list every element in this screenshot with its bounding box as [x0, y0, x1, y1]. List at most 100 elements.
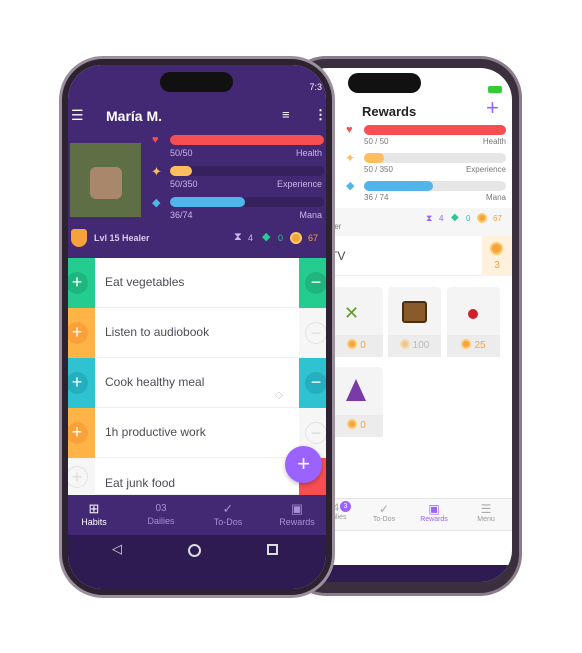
shop-item[interactable]: 25 — [447, 287, 500, 357]
habit-row[interactable]: + Cook healthy meal ◇ − — [68, 358, 326, 408]
tab-rewards[interactable]: ▣ Rewards — [272, 501, 322, 527]
experience-bar — [170, 166, 324, 176]
home-icon[interactable] — [188, 544, 201, 557]
check-circle-icon: ✓ — [378, 502, 390, 516]
gold-count: 67 — [308, 233, 319, 243]
recents-icon[interactable] — [267, 544, 278, 555]
plus-button[interactable]: + — [68, 422, 88, 444]
hourglass-count: 4 — [248, 233, 254, 243]
chest-icon: ▣ — [428, 502, 440, 516]
plus-button[interactable]: + — [68, 466, 88, 488]
calendar-icon: 03 — [155, 503, 167, 514]
reward-price: 3 — [494, 260, 500, 271]
menu-icon: ☰ — [480, 502, 492, 516]
gold-icon — [347, 419, 358, 429]
habit-row[interactable]: + Eat vegetables − — [68, 258, 326, 308]
android-screen: 7:3 ☰ María M. ≡ ⋮ ♥ 50/50 Health ✦ 50/3… — [68, 65, 326, 589]
gold-icon — [290, 232, 302, 244]
shop-item[interactable]: 0 — [330, 367, 383, 437]
gold-icon — [477, 213, 487, 223]
minus-button[interactable]: − — [305, 372, 326, 394]
mana-bar — [364, 181, 506, 191]
armor-icon: ✕ — [344, 303, 360, 323]
health-bar — [170, 135, 324, 145]
plus-button[interactable]: + — [68, 272, 88, 294]
item-price: 0 — [360, 340, 366, 351]
health-potion-icon — [468, 309, 478, 319]
mana-bar — [170, 197, 324, 207]
item-price: 25 — [474, 340, 486, 351]
tab-label: Habits — [81, 517, 107, 527]
shop-item[interactable]: 100 — [388, 287, 441, 357]
add-habit-fab[interactable]: + — [285, 446, 322, 483]
gem-icon: ◆ — [451, 212, 459, 223]
habit-title: 1h productive work — [105, 425, 206, 439]
mana-value: 36/74 — [170, 210, 193, 220]
habit-row[interactable]: + Listen to audiobook − — [68, 308, 326, 358]
experience-label: Experience — [276, 179, 322, 189]
heart-icon: ♥ — [346, 124, 353, 136]
star-icon: ✦ — [345, 151, 356, 165]
tab-todos[interactable]: ✓ To-Dos — [364, 502, 404, 523]
back-icon[interactable]: ◁ — [112, 541, 122, 557]
minus-button[interactable]: − — [305, 422, 326, 444]
gold-icon — [461, 339, 472, 349]
mana-icon: ◆ — [346, 180, 355, 192]
filter-icon[interactable]: ≡ — [282, 107, 290, 122]
tab-rewards[interactable]: ▣ Rewards — [414, 502, 454, 523]
habits-icon: ⊞ — [88, 501, 100, 516]
experience-value: 50/350 — [170, 179, 198, 189]
health-label: Health — [482, 137, 506, 146]
health-value: 50 / 50 — [364, 137, 389, 146]
health-value: 50/50 — [170, 148, 193, 158]
user-name: María M. — [106, 108, 163, 124]
dynamic-island — [348, 73, 421, 93]
page-title: Rewards — [362, 104, 417, 119]
habit-title: Eat junk food — [105, 476, 176, 490]
tab-todos[interactable]: ✓ To-Dos — [203, 501, 253, 527]
plus-button[interactable]: + — [68, 322, 88, 344]
tab-label: To-Dos — [213, 517, 243, 527]
healer-shield-icon — [71, 229, 87, 247]
experience-value: 50 / 350 — [364, 165, 393, 174]
heart-icon: ♥ — [152, 134, 159, 146]
experience-bar — [364, 153, 506, 163]
tab-habits[interactable]: ⊞ Habits — [69, 501, 119, 527]
gem-count: 0 — [466, 214, 471, 223]
tab-label: Rewards — [420, 516, 448, 523]
gold-icon — [399, 339, 410, 349]
avatar[interactable] — [70, 143, 141, 217]
mana-value: 36 / 74 — [364, 193, 389, 202]
tab-label: Menu — [477, 516, 495, 523]
more-options-icon[interactable]: ⋮ — [314, 107, 326, 123]
item-price: 100 — [412, 340, 430, 351]
system-nav-bar: ◁ — [68, 535, 326, 589]
buy-reward-button[interactable]: 3 — [482, 236, 512, 276]
habit-title: Cook healthy meal — [105, 375, 205, 389]
add-reward-button[interactable]: + — [486, 97, 499, 119]
hourglass-icon: ⧗ — [234, 231, 242, 243]
minus-button[interactable]: − — [305, 272, 326, 294]
mana-icon: ◆ — [152, 197, 161, 209]
minus-button[interactable]: − — [305, 322, 326, 344]
hourglass-count: 4 — [439, 214, 444, 223]
gold-icon — [490, 242, 503, 255]
hamburger-menu-icon[interactable]: ☰ — [71, 107, 84, 124]
shop-item[interactable]: ✕ 0 — [330, 287, 383, 357]
gem-icon: ◆ — [262, 231, 271, 243]
mana-label: Mana — [299, 210, 322, 220]
tab-menu[interactable]: ☰ Menu — [466, 502, 506, 523]
level-label: Lvl 15 Healer — [94, 233, 150, 243]
habit-row[interactable]: + 1h productive work − — [68, 408, 326, 458]
gold-count: 67 — [493, 214, 502, 223]
bottom-nav: ⊞ Habits 03 Dailies ✓ To-Dos ▣ Rewards — [68, 495, 326, 535]
chest-icon: ▣ — [290, 501, 304, 516]
avatar-pet — [90, 167, 122, 199]
tab-dailies[interactable]: 03 Dailies — [136, 501, 186, 526]
dailies-badge: 3 — [340, 501, 351, 512]
plus-button[interactable]: + — [68, 372, 88, 394]
party-hat-icon — [346, 379, 366, 401]
habit-title: Eat vegetables — [105, 275, 185, 289]
gold-icon — [347, 339, 358, 349]
experience-label: Experience — [465, 165, 506, 174]
